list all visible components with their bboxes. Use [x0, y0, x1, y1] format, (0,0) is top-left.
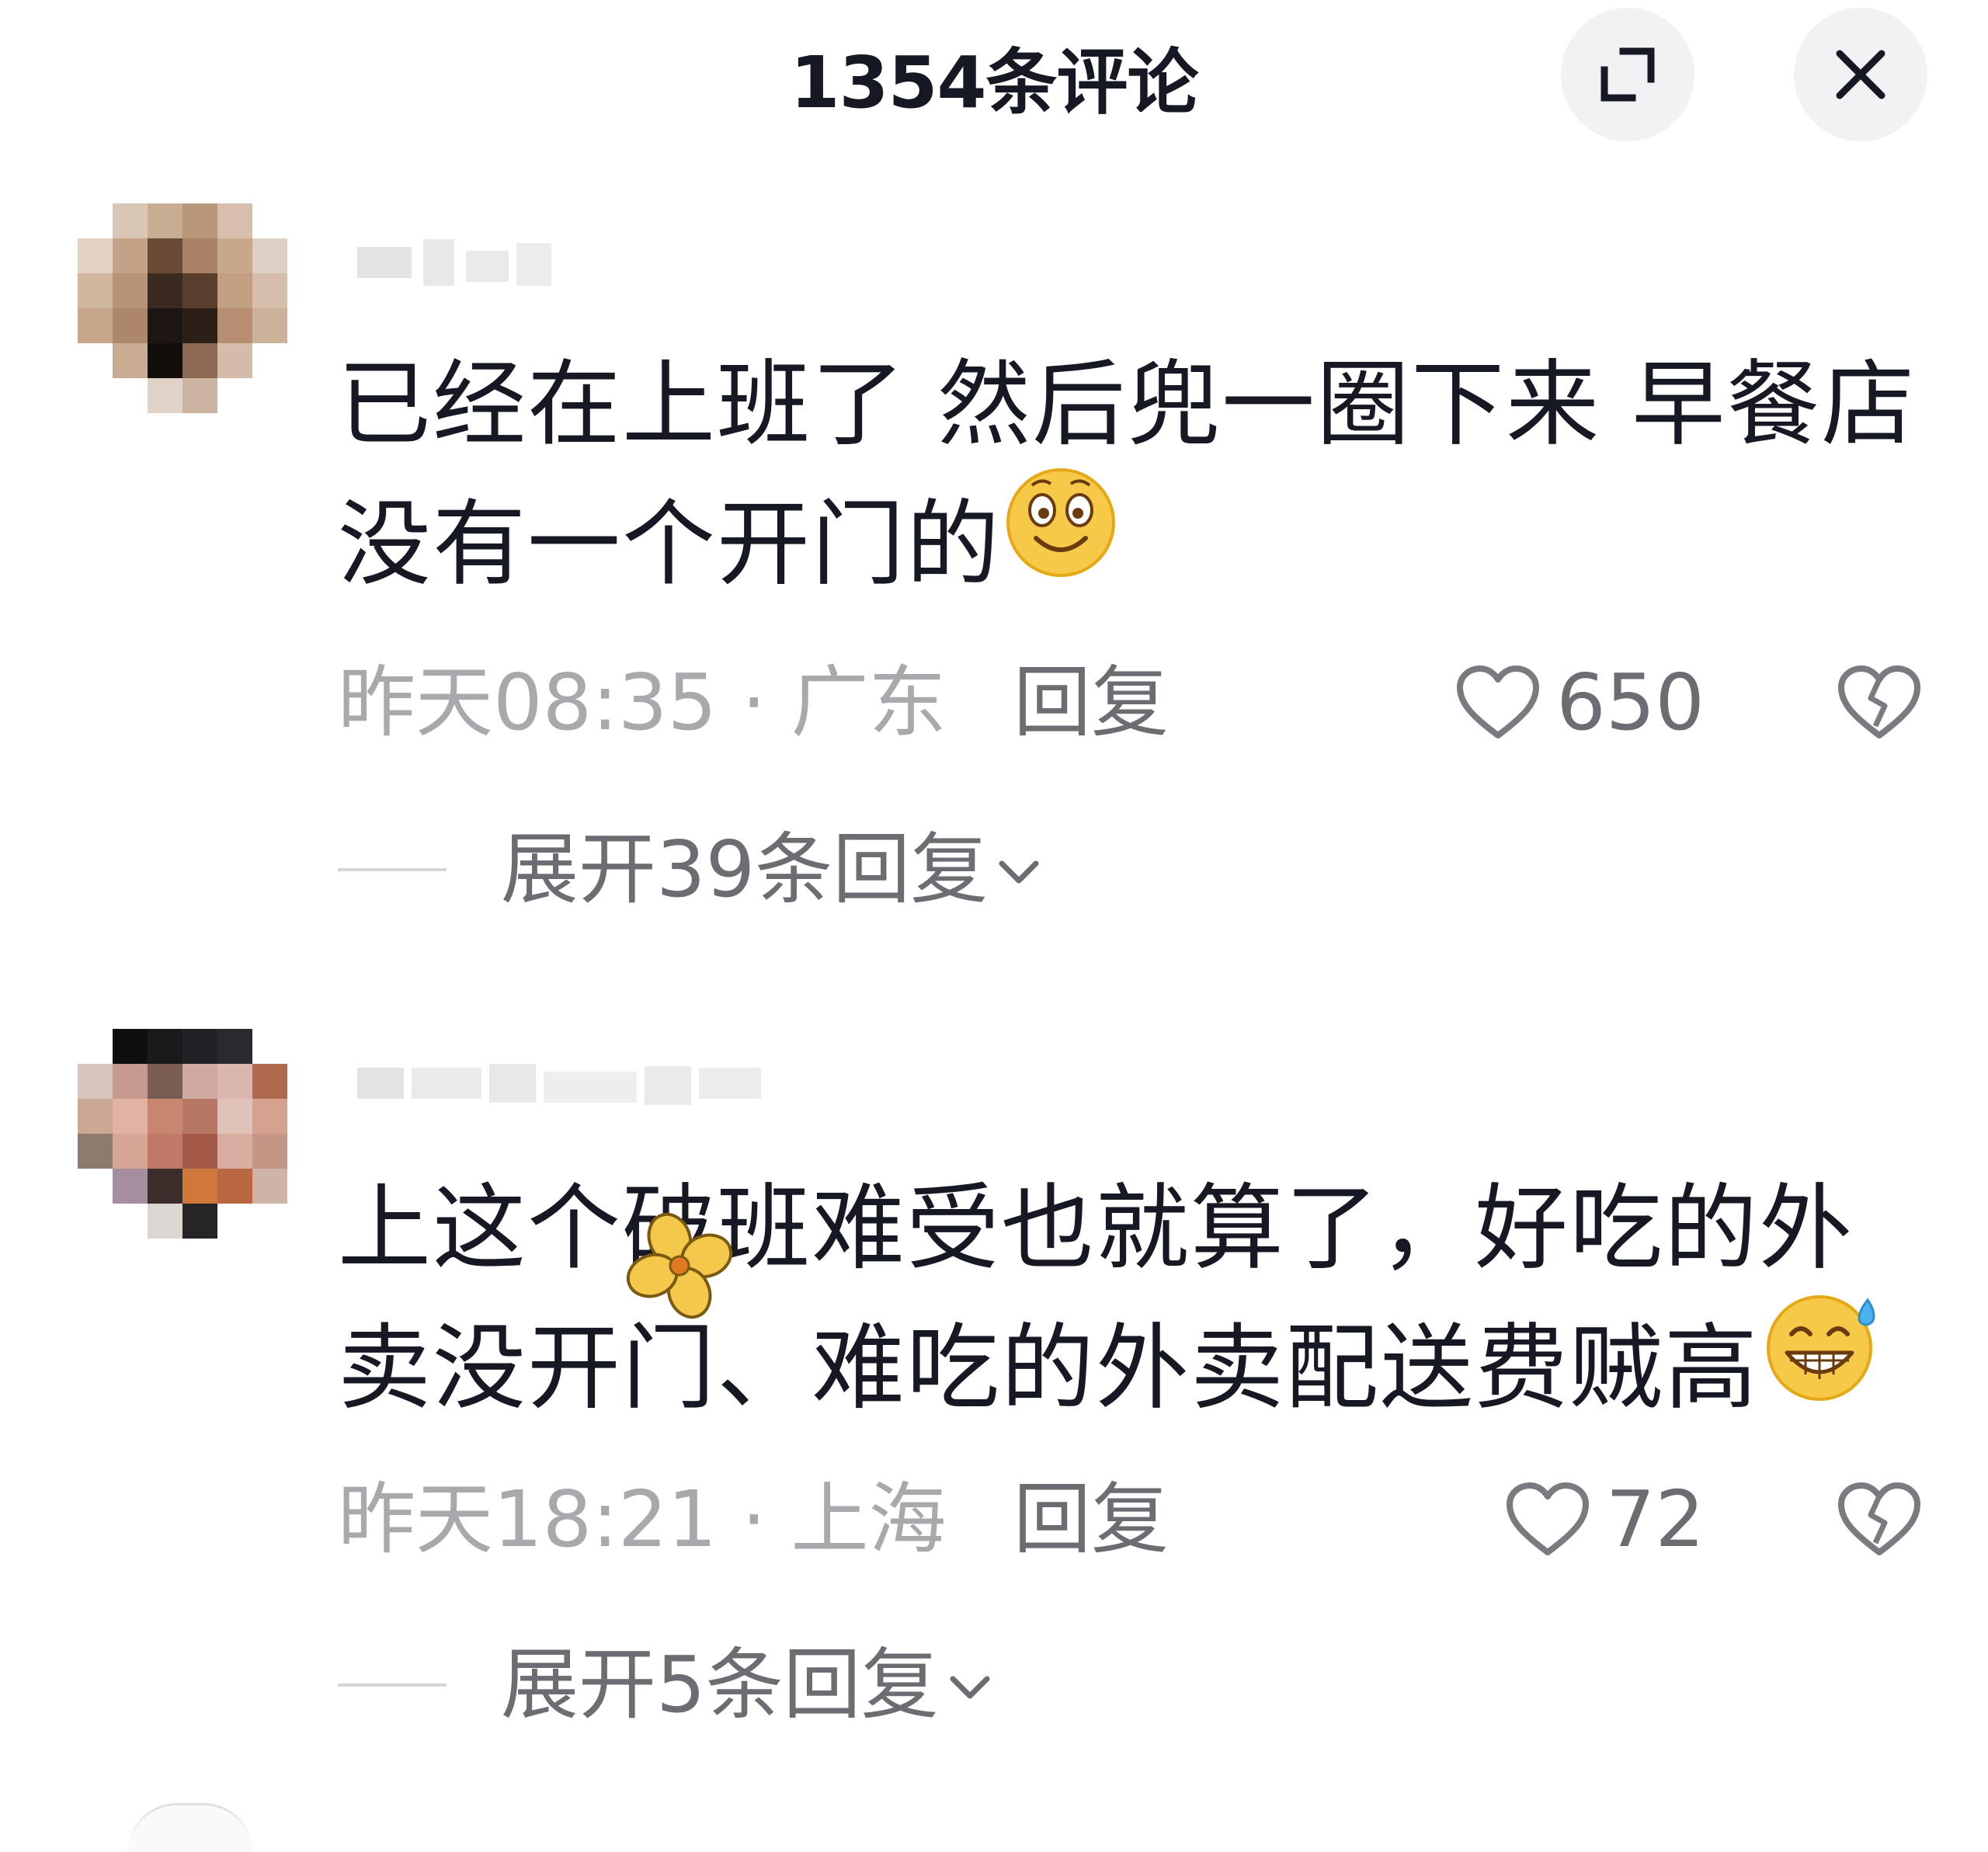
avatar[interactable]	[78, 1029, 287, 1239]
expand-replies[interactable]: 展开39条回复	[338, 819, 1042, 920]
divider-line	[338, 868, 447, 871]
username-blurred[interactable]	[349, 1044, 777, 1130]
expand-replies-label: 展开39条回复	[501, 824, 989, 915]
divider-line	[338, 1683, 447, 1687]
dislike-button[interactable]	[1837, 1481, 1922, 1562]
expand-replies-label: 展开5条回复	[501, 1639, 939, 1730]
expand-button[interactable]	[1561, 8, 1694, 141]
flower-sticker-icon	[626, 1212, 733, 1319]
comment-text: 上这个破班难受也就算了，好吃的外卖没开门、难吃的外卖配送费贼高	[338, 1159, 1938, 1441]
comment-meta: 昨天08:35 · 广东 回复 650	[338, 652, 1922, 753]
sweat-grin-emoji	[1759, 1286, 1887, 1441]
broken-heart-icon	[1838, 665, 1920, 738]
chevron-down-icon	[999, 860, 1039, 884]
comment-meta: 昨天18:21 · 上海 回复 72	[338, 1469, 1922, 1570]
broken-heart-icon	[1838, 1482, 1920, 1555]
heart-icon	[1506, 1482, 1589, 1555]
expand-icon	[1600, 47, 1655, 102]
like-count: 650	[1556, 657, 1705, 748]
smile-emoji	[1001, 462, 1121, 617]
like-count: 72	[1605, 1474, 1705, 1565]
close-button[interactable]	[1794, 8, 1927, 141]
comments-header: 1354条评论	[0, 0, 1988, 163]
comment-time-location: 昨天08:35 · 广东	[338, 657, 947, 748]
reply-button[interactable]: 回复	[1013, 1469, 1169, 1570]
reply-button[interactable]: 回复	[1013, 652, 1169, 753]
heart-icon	[1457, 665, 1540, 738]
dislike-button[interactable]	[1837, 664, 1922, 745]
avatar[interactable]	[78, 203, 287, 413]
like-button[interactable]: 650	[1455, 652, 1705, 753]
like-button[interactable]: 72	[1505, 1469, 1705, 1570]
expand-replies[interactable]: 展开5条回复	[338, 1635, 993, 1736]
comment-time-location: 昨天18:21 · 上海	[338, 1474, 947, 1565]
close-icon	[1836, 50, 1885, 99]
comment-text: 已经在上班了 然后兜一圈下来 早餐店没有一个开门的	[338, 335, 1938, 617]
username-blurred[interactable]	[349, 224, 777, 309]
avatar[interactable]	[128, 1803, 252, 1852]
chevron-down-icon	[950, 1676, 990, 1699]
